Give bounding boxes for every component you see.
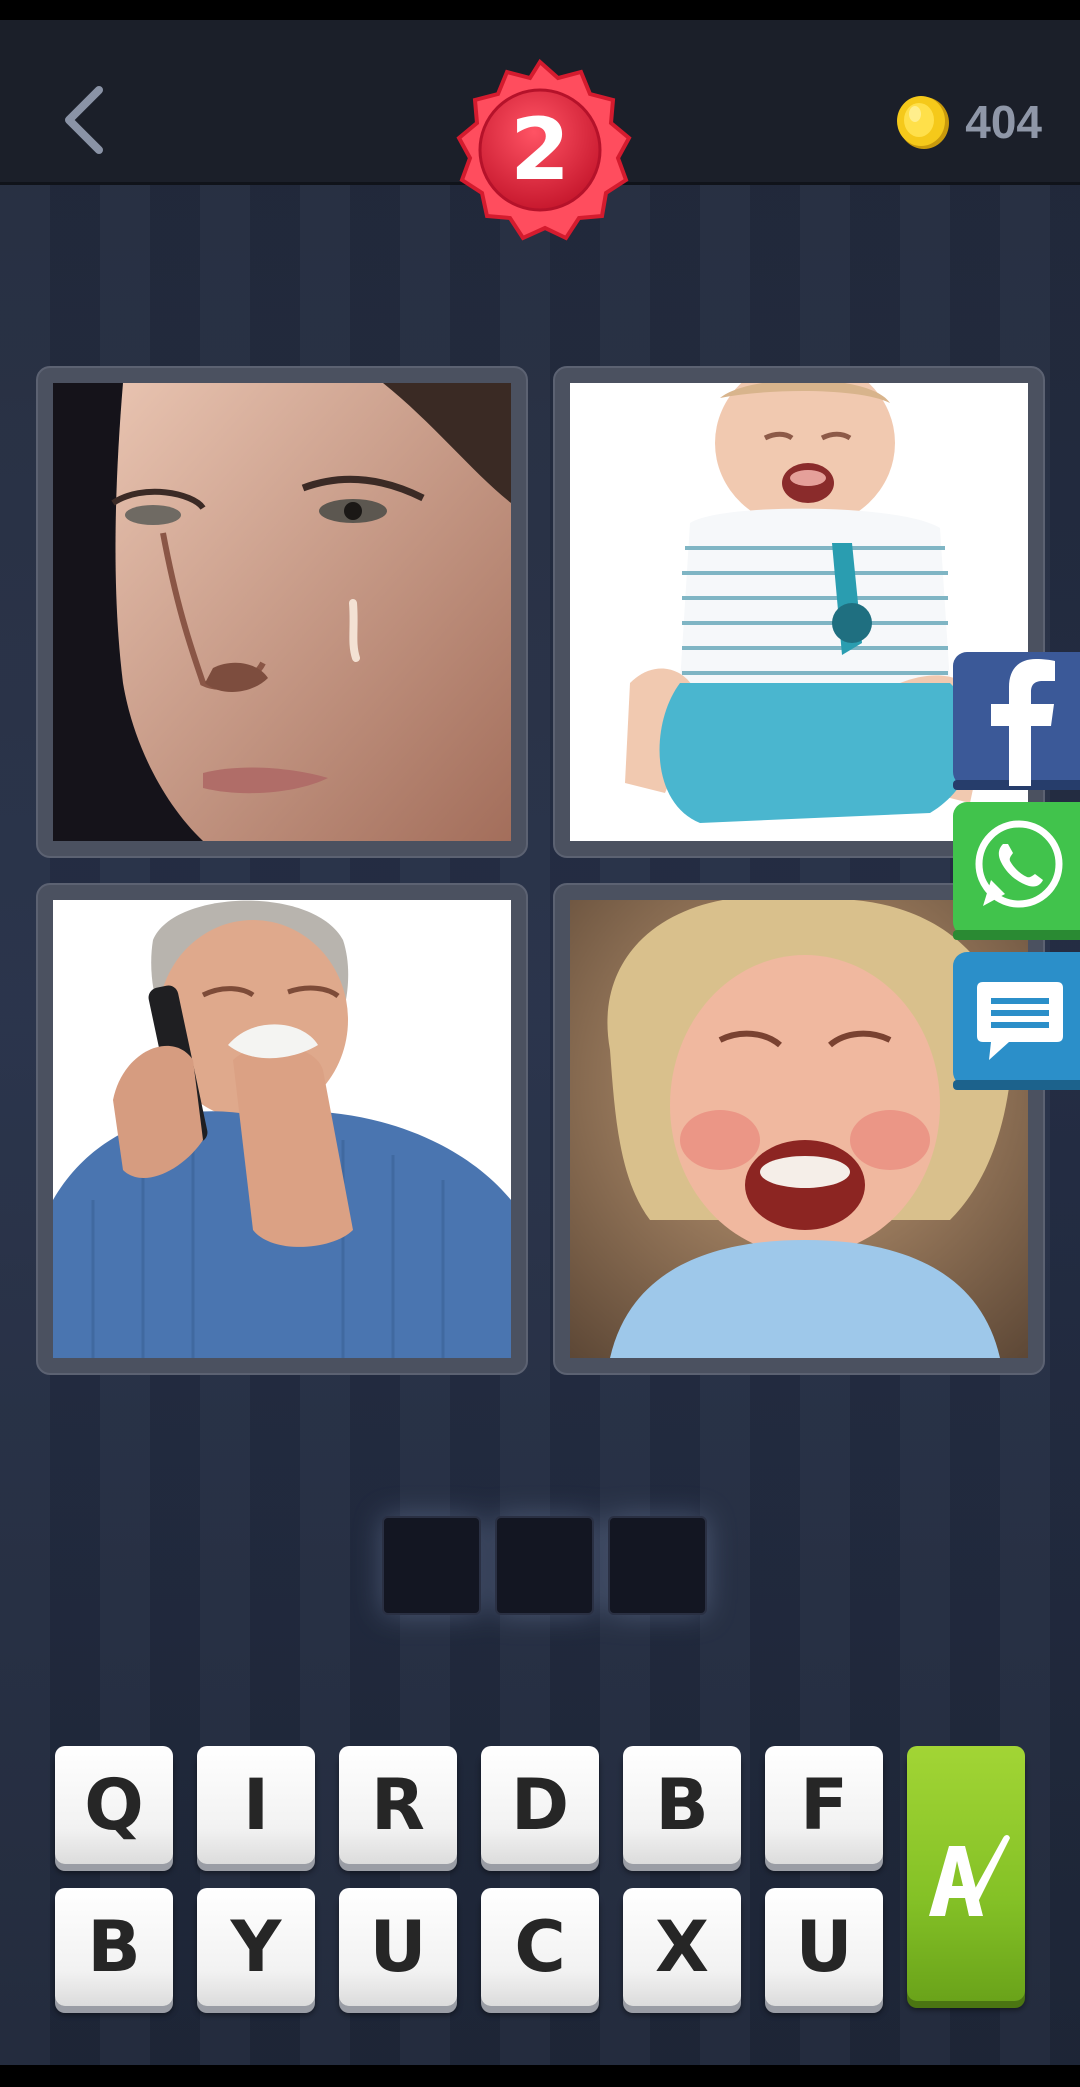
whatsapp-icon xyxy=(953,802,1080,940)
navigation-bar xyxy=(0,2065,1080,2087)
letter-key[interactable]: I xyxy=(197,1746,315,1864)
letter-key[interactable]: B xyxy=(55,1888,173,2006)
letter-key[interactable]: B xyxy=(623,1746,741,1864)
letter-key[interactable]: X xyxy=(623,1888,741,2006)
answer-slot[interactable] xyxy=(608,1516,707,1615)
man-wiping-tears-on-phone-picture xyxy=(53,900,511,1358)
level-number: 2 xyxy=(510,100,570,200)
letter-key[interactable]: F xyxy=(765,1746,883,1864)
letter-key[interactable]: R xyxy=(339,1746,457,1864)
message-icon xyxy=(953,952,1080,1090)
hint-button[interactable] xyxy=(907,1746,1025,2001)
letter-key[interactable]: U xyxy=(765,1888,883,2006)
brush-letter-a-icon xyxy=(929,1835,1010,1916)
answer-slot[interactable] xyxy=(495,1516,594,1615)
picture-tile-1[interactable] xyxy=(36,366,528,858)
level-badge: 2 xyxy=(448,58,632,242)
chevron-left-icon xyxy=(65,86,103,154)
status-bar xyxy=(0,0,1080,20)
coin-balance: 404 xyxy=(895,92,1042,152)
message-share-button[interactable] xyxy=(953,952,1080,1090)
facebook-icon xyxy=(953,652,1080,790)
letter-key[interactable]: Q xyxy=(55,1746,173,1864)
letter-key[interactable]: D xyxy=(481,1746,599,1864)
letter-key[interactable]: Y xyxy=(197,1888,315,2006)
picture-tile-3[interactable] xyxy=(36,883,528,1375)
coin-icon xyxy=(897,96,950,149)
coin-count: 404 xyxy=(965,96,1042,148)
letter-key[interactable]: C xyxy=(481,1888,599,2006)
answer-slot[interactable] xyxy=(382,1516,481,1615)
answer-slots xyxy=(382,1516,707,1615)
crying-woman-picture xyxy=(53,383,511,841)
back-button[interactable] xyxy=(55,80,115,160)
letter-key[interactable]: U xyxy=(339,1888,457,2006)
facebook-share-button[interactable] xyxy=(953,652,1080,790)
whatsapp-share-button[interactable] xyxy=(953,802,1080,940)
